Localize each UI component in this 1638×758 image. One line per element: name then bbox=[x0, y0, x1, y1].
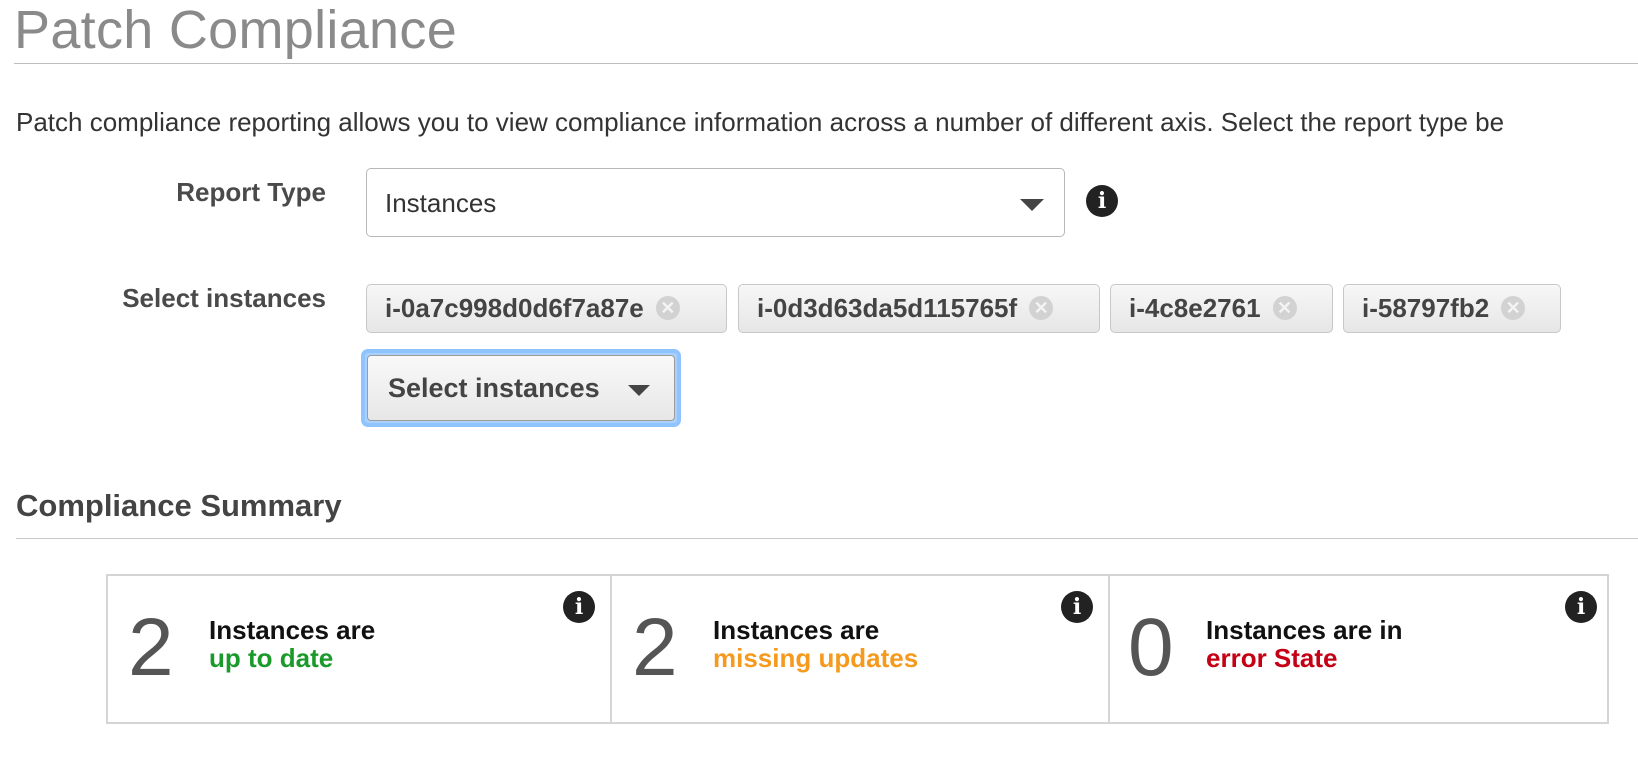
instance-tag: i-0d3d63da5d115765f ✕ bbox=[738, 284, 1100, 333]
instance-tag: i-4c8e2761 ✕ bbox=[1110, 284, 1333, 333]
card-status: up to date bbox=[209, 643, 334, 673]
remove-tag-icon[interactable]: ✕ bbox=[1272, 296, 1297, 320]
summary-card-missing-updates: 2 Instances are missing updates i bbox=[610, 576, 1108, 722]
compliance-summary-panel: 2 Instances are up to date i 2 Instances… bbox=[106, 574, 1609, 724]
card-count: 0 bbox=[1128, 602, 1174, 693]
section-divider bbox=[16, 538, 1638, 539]
report-type-value: Instances bbox=[385, 188, 497, 218]
card-count: 2 bbox=[128, 602, 174, 693]
instance-tag-label: i-58797fb2 bbox=[1362, 293, 1490, 323]
select-instances-dropdown-face: Select instances bbox=[367, 355, 675, 421]
card-line: Instances are in bbox=[1206, 615, 1403, 645]
card-text: Instances are missing updates bbox=[713, 616, 918, 672]
select-instances-dropdown-button[interactable]: Select instances bbox=[361, 349, 681, 427]
info-icon[interactable]: i bbox=[563, 591, 595, 623]
remove-tag-icon[interactable]: ✕ bbox=[1501, 296, 1526, 320]
info-icon[interactable]: i bbox=[1565, 591, 1597, 623]
card-status: error State bbox=[1206, 643, 1338, 673]
instance-tag: i-0a7c998d0d6f7a87e ✕ bbox=[366, 284, 727, 333]
chevron-down-icon bbox=[1020, 199, 1044, 211]
patch-compliance-page: Patch Compliance Patch compliance report… bbox=[0, 0, 1638, 758]
instance-tag-label: i-0a7c998d0d6f7a87e bbox=[385, 293, 644, 323]
select-instances-label: Select instances bbox=[122, 283, 326, 313]
page-title: Patch Compliance bbox=[14, 0, 458, 60]
report-type-select[interactable]: Instances bbox=[366, 168, 1065, 237]
info-icon[interactable]: i bbox=[1086, 185, 1118, 217]
instance-tag-label: i-4c8e2761 bbox=[1129, 293, 1261, 323]
card-text: Instances are in error State bbox=[1206, 616, 1403, 672]
summary-card-up-to-date: 2 Instances are up to date i bbox=[108, 576, 610, 722]
summary-card-error-state: 0 Instances are in error State i bbox=[1108, 576, 1607, 722]
card-count: 2 bbox=[632, 602, 678, 693]
info-icon[interactable]: i bbox=[1061, 591, 1093, 623]
remove-tag-icon[interactable]: ✕ bbox=[655, 296, 680, 320]
compliance-summary-title: Compliance Summary bbox=[16, 488, 342, 523]
card-line: Instances are bbox=[209, 615, 376, 645]
remove-tag-icon[interactable]: ✕ bbox=[1029, 296, 1054, 320]
report-type-label: Report Type bbox=[176, 177, 326, 207]
card-text: Instances are up to date bbox=[209, 616, 375, 672]
card-line: Instances are bbox=[713, 615, 880, 645]
select-instances-dropdown-label: Select instances bbox=[388, 373, 600, 403]
card-status: missing updates bbox=[713, 643, 919, 673]
title-divider bbox=[14, 63, 1638, 64]
page-description: Patch compliance reporting allows you to… bbox=[16, 107, 1505, 137]
instance-tag: i-58797fb2 ✕ bbox=[1343, 284, 1561, 333]
instance-tag-label: i-0d3d63da5d115765f bbox=[757, 293, 1018, 323]
chevron-down-icon bbox=[628, 385, 650, 396]
